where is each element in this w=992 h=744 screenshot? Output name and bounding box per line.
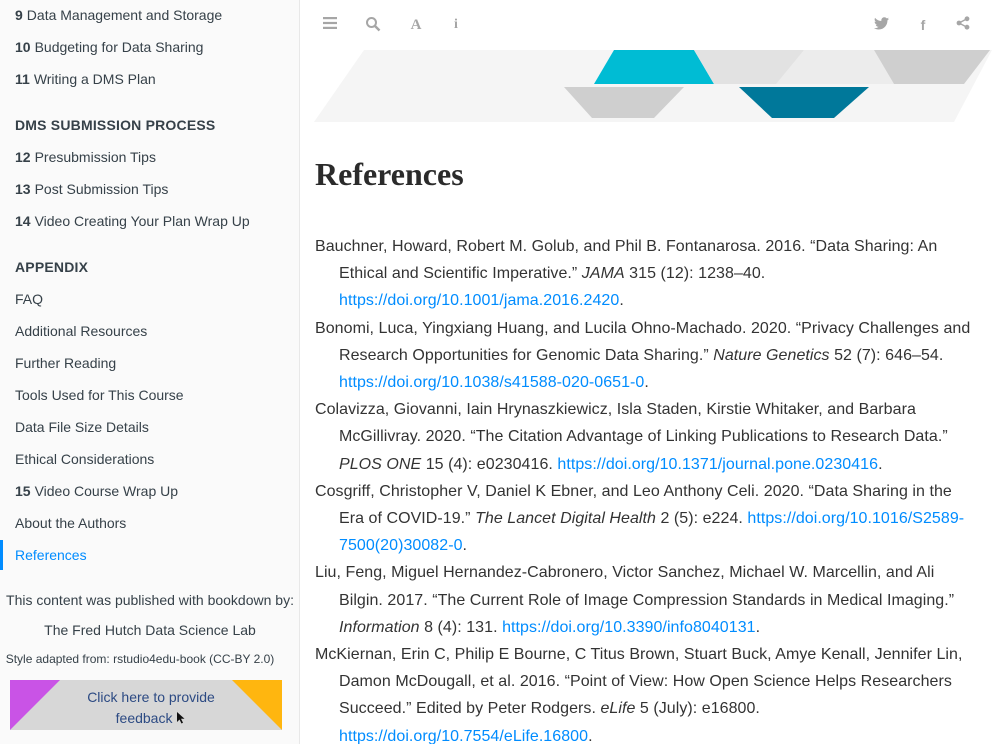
nav-label: References xyxy=(15,547,87,563)
chapter-number: 10 xyxy=(15,39,31,55)
search-icon[interactable] xyxy=(364,16,382,34)
reference-item: Liu, Feng, Miguel Hernandez-Cabronero, V… xyxy=(315,564,955,636)
share-icon[interactable] xyxy=(954,16,972,34)
reference-details: 52 (7): 646–54. xyxy=(829,346,944,364)
sidebar-toggle-icon[interactable] xyxy=(321,16,339,34)
reference-journal: PLOS ONE xyxy=(339,455,422,473)
nav-label: Data File Size Details xyxy=(15,419,149,435)
nav-label: Further Reading xyxy=(15,355,117,371)
chapter-banner xyxy=(314,50,992,122)
chapter-number: 15 xyxy=(15,483,31,499)
reference-text: Liu, Feng, Miguel Hernandez-Cabronero, V… xyxy=(315,564,955,609)
feedback-purple-triangle xyxy=(10,680,60,730)
active-indicator xyxy=(0,540,3,570)
info-icon[interactable]: i xyxy=(447,16,465,34)
nav-label: Video Creating Your Plan Wrap Up xyxy=(34,213,250,229)
reference-item: Bauchner, Howard, Robert M. Golub, and P… xyxy=(315,238,938,310)
nav-chapter-14[interactable]: 14 Video Creating Your Plan Wrap Up xyxy=(15,213,250,230)
facebook-icon[interactable]: f xyxy=(914,16,932,34)
nav-label: Additional Resources xyxy=(15,323,148,339)
nav-ethical-considerations[interactable]: Ethical Considerations xyxy=(15,451,154,468)
reference-item: Bonomi, Luca, Yingxiang Huang, and Lucil… xyxy=(315,319,971,392)
sidebar: 9 Data Management and Storage 10 Budgeting… xyxy=(0,0,300,744)
doi-link[interactable]: https://doi.org/10.1038/s41588-020-0651-… xyxy=(339,374,644,391)
reference-item: Colavizza, Giovanni, Iain Hrynaszkiewicz… xyxy=(315,401,948,473)
reference-details: 15 (4): e0230416. xyxy=(421,455,558,473)
nav-label: Tools Used for This Course xyxy=(15,387,184,403)
reference-journal: The Lancet Digital Health xyxy=(475,510,656,528)
nav-additional-resources[interactable]: Additional Resources xyxy=(15,323,147,340)
feedback-label: Click here to provide feedback xyxy=(87,689,215,726)
nav-section-appendix: APPENDIX xyxy=(15,259,89,275)
nav-faq[interactable]: FAQ xyxy=(15,291,43,308)
nav-chapter-12[interactable]: 12 Presubmission Tips xyxy=(15,149,156,166)
nav-label: FAQ xyxy=(15,291,44,307)
chapter-number: 13 xyxy=(15,181,31,197)
twitter-icon[interactable] xyxy=(872,16,890,34)
reference-details: 315 (12): 1238–40. xyxy=(624,265,766,283)
lab-link[interactable]: The Fred Hutch Data Science Lab xyxy=(0,622,299,638)
book-toolbar: A i f xyxy=(300,0,992,50)
reference-details: 2 (5): e224. xyxy=(655,510,748,528)
chapter-number: 12 xyxy=(15,149,31,165)
nav-label: Post Submission Tips xyxy=(34,181,169,197)
style-credit-text: Style adapted from: rstudio4edu-book (CC… xyxy=(5,652,275,666)
doi-link[interactable]: https://doi.org/10.1371/journal.pone.023… xyxy=(557,456,878,473)
references-list: Bauchner, Howard, Robert M. Golub, and P… xyxy=(315,233,977,744)
nav-about-authors[interactable]: About the Authors xyxy=(15,515,126,532)
font-settings-icon[interactable]: A xyxy=(407,16,425,34)
reference-details: 8 (4): 131. xyxy=(419,618,503,636)
nav-chapter-11[interactable]: 11 Writing a DMS Plan xyxy=(15,71,156,88)
nav-references[interactable]: References xyxy=(15,547,87,564)
nav-label: Ethical Considerations xyxy=(15,451,155,467)
nav-label: Writing a DMS Plan xyxy=(33,71,156,87)
chapter-number: 11 xyxy=(15,71,30,87)
nav-chapter-10[interactable]: 10 Budgeting for Data Sharing xyxy=(15,39,203,56)
feedback-label-wrap: Click here to provide feedback xyxy=(70,687,232,730)
cursor-icon xyxy=(176,709,186,730)
nav-label: Data Management and Storage xyxy=(26,7,223,23)
nav-tools-used[interactable]: Tools Used for This Course xyxy=(15,387,184,404)
reference-item: McKiernan, Erin C, Philip E Bourne, C Ti… xyxy=(315,646,963,744)
page-title: References xyxy=(315,156,464,192)
reference-journal: Nature Genetics xyxy=(713,346,830,364)
reference-journal: Information xyxy=(339,618,420,636)
reference-journal: JAMA xyxy=(581,265,625,283)
nav-data-file-size[interactable]: Data File Size Details xyxy=(15,419,149,436)
nav-label: Budgeting for Data Sharing xyxy=(34,39,204,55)
nav-label: Video Course Wrap Up xyxy=(34,483,179,499)
reference-journal: eLife xyxy=(600,700,636,718)
feedback-button[interactable]: Click here to provide feedback xyxy=(10,680,282,730)
doi-link[interactable]: https://doi.org/10.1001/jama.2016.2420 xyxy=(339,292,619,309)
reference-item: Cosgriff, Christopher V, Daniel K Ebner,… xyxy=(315,482,965,555)
nav-label: Presubmission Tips xyxy=(34,149,156,165)
chapter-number: 9 xyxy=(15,7,23,23)
nav-section-dms: DMS SUBMISSION PROCESS xyxy=(15,117,216,133)
nav-label: About the Authors xyxy=(15,515,127,531)
doi-link[interactable]: https://doi.org/10.3390/info8040131 xyxy=(502,619,756,636)
feedback-orange-triangle xyxy=(232,680,282,730)
reference-text: Colavizza, Giovanni, Iain Hrynaszkiewicz… xyxy=(315,401,948,446)
nav-chapter-15[interactable]: 15 Video Course Wrap Up xyxy=(15,483,178,500)
chapter-number: 14 xyxy=(15,213,31,229)
nav-further-reading[interactable]: Further Reading xyxy=(15,355,116,372)
published-by-text: This content was published with bookdown… xyxy=(6,592,294,608)
doi-link[interactable]: https://doi.org/10.7554/eLife.16800 xyxy=(339,728,588,744)
reference-details: 5 (July): e16800. xyxy=(635,700,760,718)
nav-chapter-13[interactable]: 13 Post Submission Tips xyxy=(15,181,168,198)
nav-chapter-9[interactable]: 9 Data Management and Storage xyxy=(15,7,222,24)
